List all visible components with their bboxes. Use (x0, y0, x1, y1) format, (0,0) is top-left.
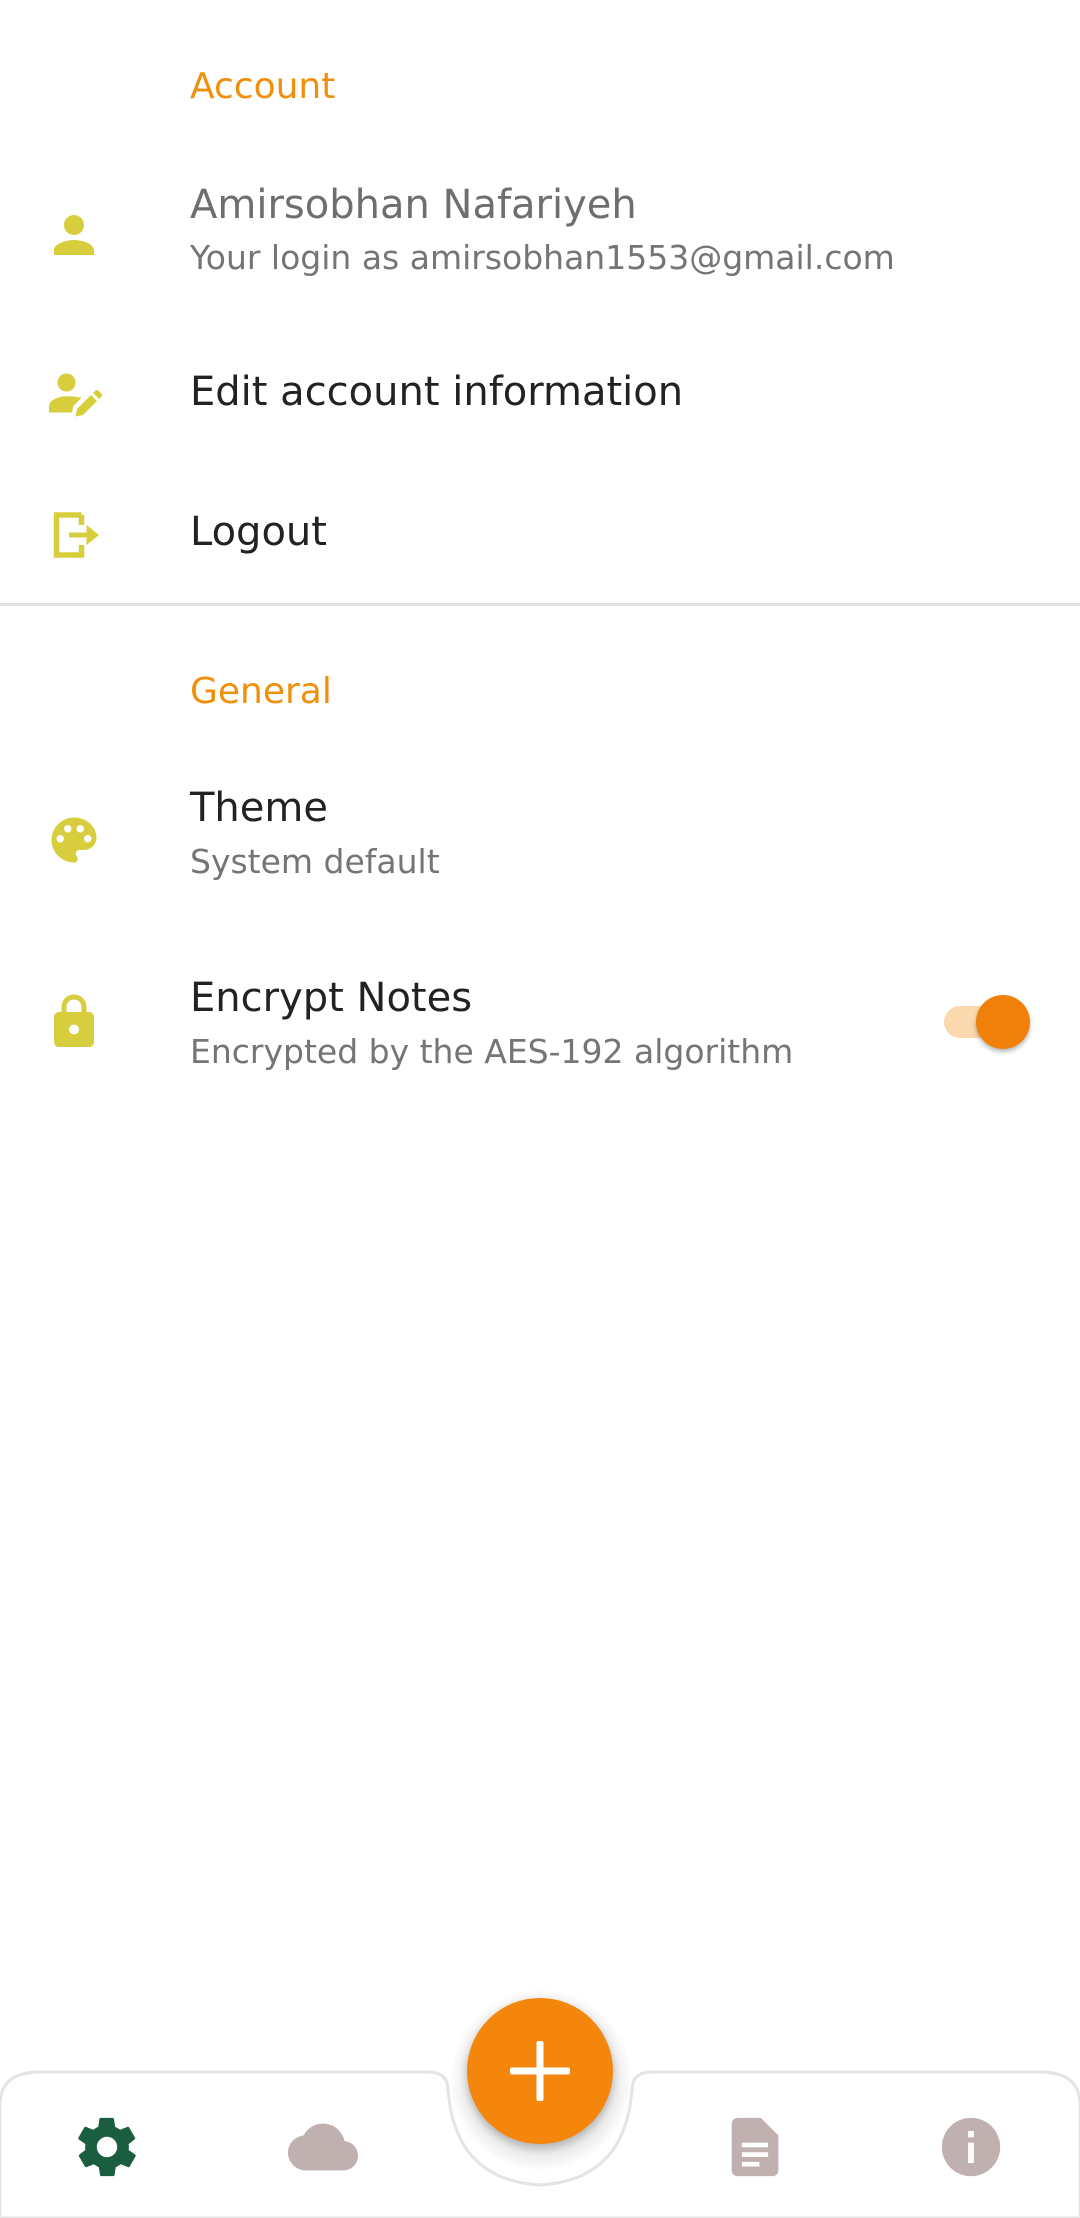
person-edit-icon (44, 365, 104, 425)
toggle-thumb (976, 995, 1030, 1049)
section-divider (0, 603, 1080, 606)
profile-row[interactable]: Amirsobhan Nafariyeh Your login as amirs… (0, 170, 1080, 300)
cloud-icon (288, 2123, 358, 2171)
general-section-header: General (190, 671, 332, 712)
encrypt-notes-row[interactable]: Encrypt Notes Encrypted by the AES-192 a… (0, 960, 1080, 1090)
account-section-header: Account (190, 66, 336, 107)
palette-icon (44, 810, 104, 870)
encrypt-notes-toggle[interactable] (944, 995, 1030, 1049)
edit-account-row[interactable]: Edit account information (0, 340, 1080, 450)
add-note-button[interactable] (467, 1998, 613, 2144)
encrypt-notes-description: Encrypted by the AES-192 algorithm (190, 1032, 794, 1071)
profile-name: Amirsobhan Nafariyeh (190, 182, 637, 228)
nav-settings[interactable] (72, 2112, 142, 2182)
logout-row[interactable]: Logout (0, 480, 1080, 590)
info-icon (941, 2117, 1001, 2177)
nav-info[interactable] (936, 2112, 1006, 2182)
person-icon (44, 205, 104, 265)
encrypt-notes-label: Encrypt Notes (190, 975, 473, 1021)
theme-value: System default (190, 842, 440, 881)
logout-icon (44, 505, 104, 565)
nav-cloud[interactable] (288, 2112, 358, 2182)
theme-row[interactable]: Theme System default (0, 770, 1080, 900)
settings-icon (78, 2117, 136, 2177)
notes-icon (731, 2117, 779, 2177)
theme-label: Theme (190, 785, 328, 831)
nav-notes[interactable] (720, 2112, 790, 2182)
lock-icon (44, 992, 104, 1052)
edit-account-label: Edit account information (190, 369, 684, 415)
plus-icon (510, 2041, 570, 2101)
logout-label: Logout (190, 509, 327, 555)
profile-login-text: Your login as amirsobhan1553@gmail.com (190, 238, 895, 277)
